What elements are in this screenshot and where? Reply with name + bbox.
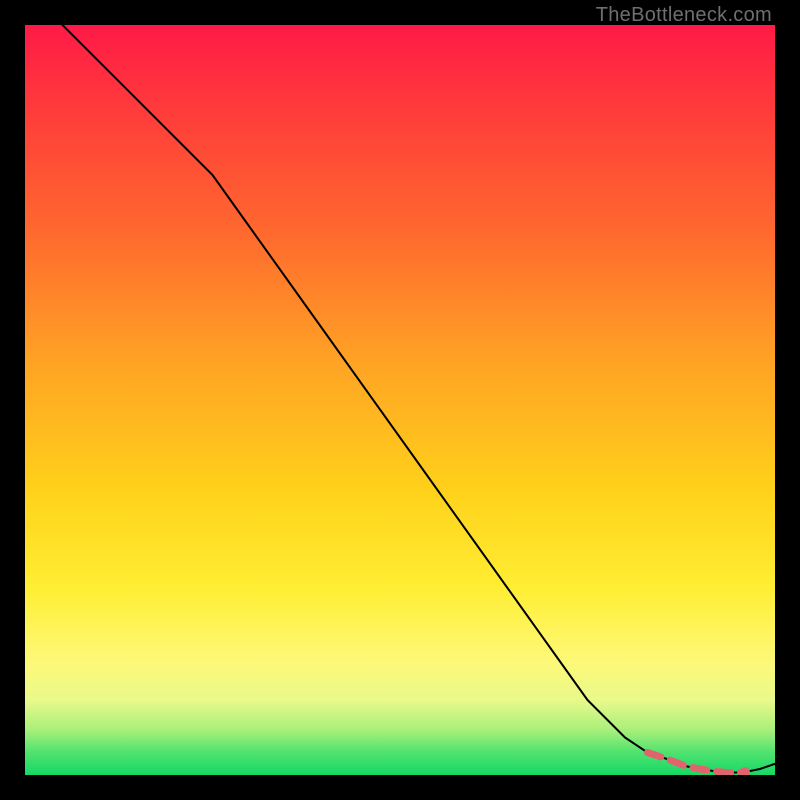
chart-plot-area bbox=[25, 25, 775, 775]
chart-overlay-svg bbox=[25, 25, 775, 775]
watermark-text: TheBottleneck.com bbox=[596, 4, 772, 27]
chart-stage: TheBottleneck.com bbox=[0, 0, 800, 800]
bottleneck-curve bbox=[63, 25, 776, 773]
sweet-spot-highlight bbox=[648, 753, 746, 773]
sweet-spot-end-dot bbox=[740, 767, 750, 775]
